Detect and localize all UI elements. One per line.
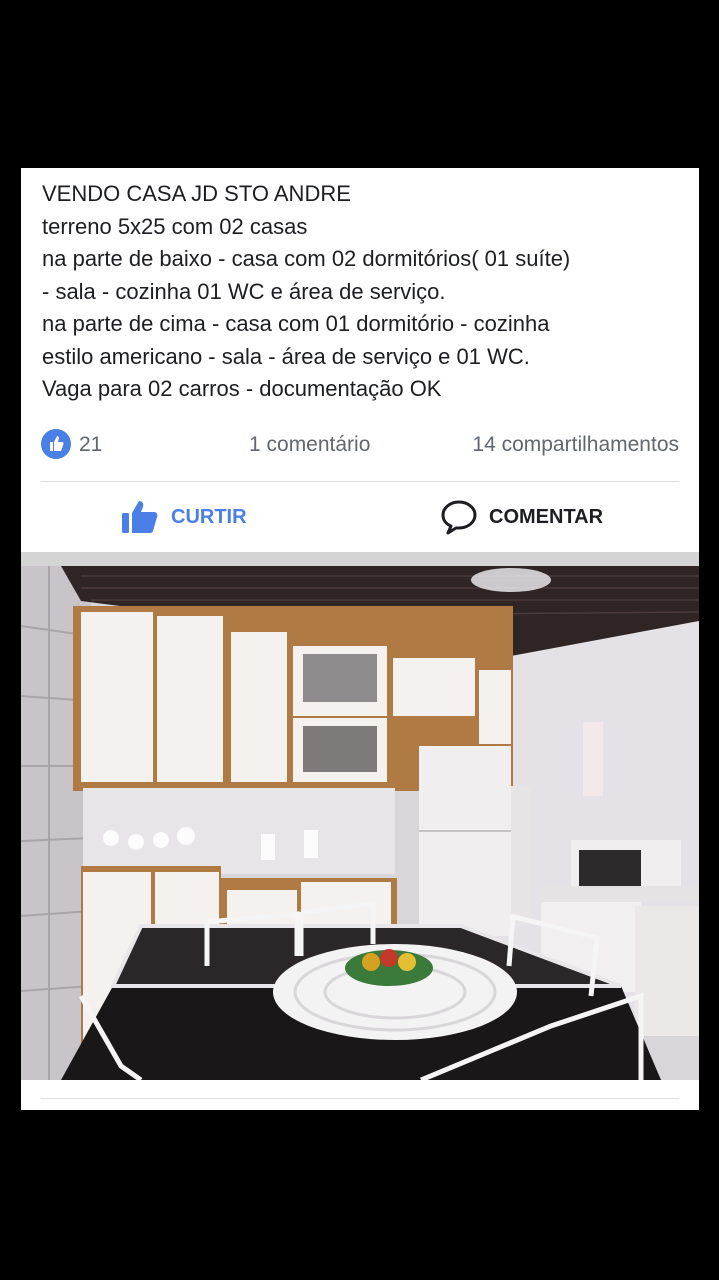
comment-button[interactable]: COMENTAR bbox=[441, 482, 603, 552]
like-button[interactable]: CURTIR bbox=[121, 482, 247, 552]
section-separator bbox=[21, 552, 699, 566]
comment-button-label: COMENTAR bbox=[489, 505, 604, 528]
like-reaction-icon bbox=[41, 429, 71, 459]
divider bbox=[41, 1098, 679, 1099]
post-line: estilo americano - sala - área de serviç… bbox=[42, 343, 530, 369]
post-line: terreno 5x25 com 02 casas bbox=[42, 213, 308, 239]
post-text: VENDO CASA JD STO ANDRE terreno 5x25 com… bbox=[42, 178, 687, 406]
share-count[interactable]: 14 compartilhamentos bbox=[472, 433, 679, 457]
action-bar: CURTIR COMENTAR bbox=[21, 482, 699, 552]
post-line: - sala - cozinha 01 WC e área de serviço… bbox=[42, 278, 446, 304]
post-line: Vaga para 02 carros - documentação OK bbox=[42, 376, 442, 401]
post-card: VENDO CASA JD STO ANDRE terreno 5x25 com… bbox=[21, 168, 699, 1110]
like-button-label: CURTIR bbox=[171, 505, 247, 528]
kitchen-photo[interactable] bbox=[21, 566, 699, 1080]
post-line: VENDO CASA JD STO ANDRE bbox=[42, 181, 351, 206]
speech-bubble-icon bbox=[441, 500, 477, 535]
reaction-stats: 21 1 comentário 14 compartilhamentos bbox=[41, 426, 679, 466]
post-line: na parte de cima - casa com 01 dormitóri… bbox=[42, 311, 550, 336]
thumbs-up-icon bbox=[122, 501, 158, 533]
post-line: na parte de baixo - casa com 02 dormitór… bbox=[42, 246, 571, 271]
comment-count[interactable]: 1 comentário bbox=[249, 433, 370, 457]
like-count[interactable]: 21 bbox=[79, 433, 102, 457]
